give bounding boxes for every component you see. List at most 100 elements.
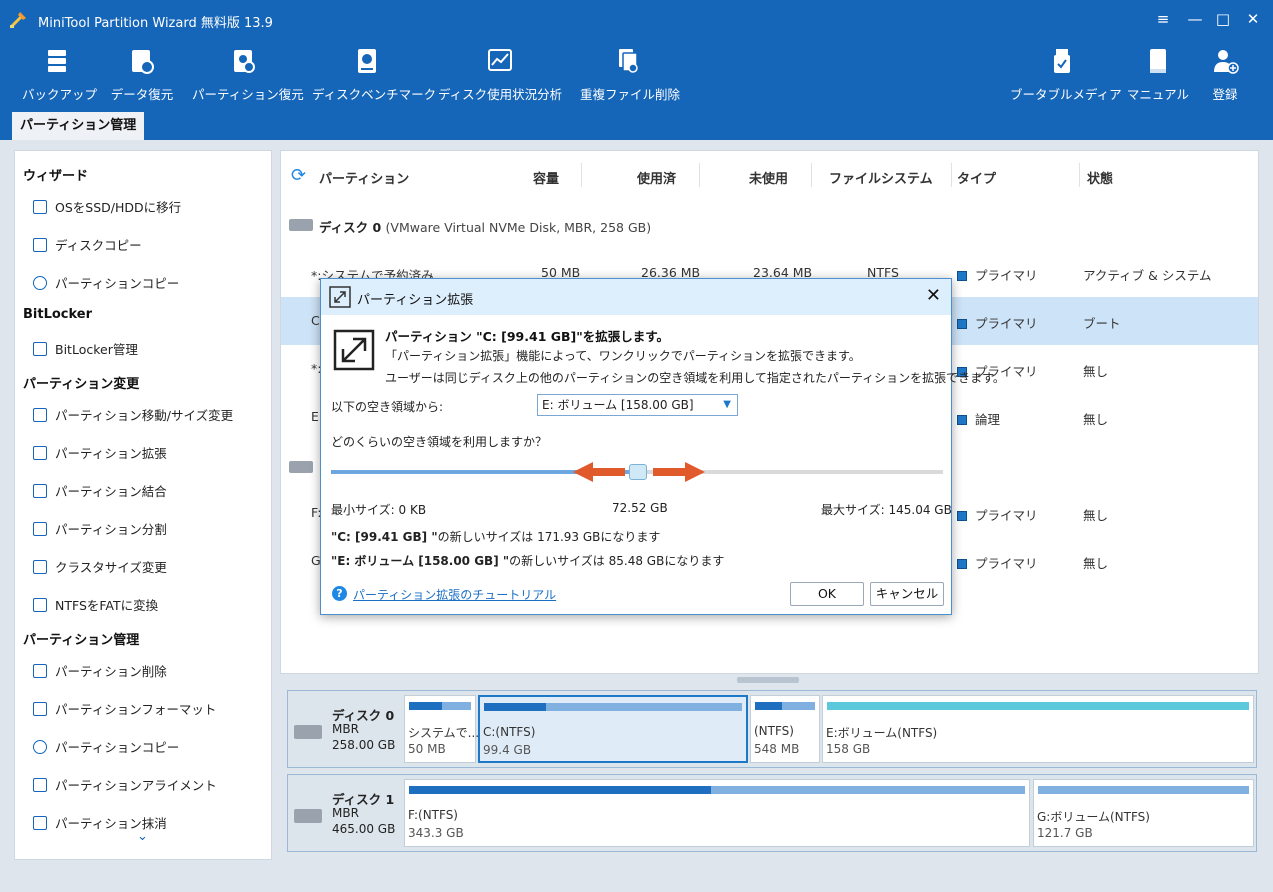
- register-label: 登録: [1212, 87, 1238, 102]
- duplicate-file-button[interactable]: 重複ファイル削除: [580, 42, 680, 106]
- map-partition-selected[interactable]: C:(NTFS) 99.4 GB: [478, 695, 748, 763]
- dialog-heading: パーティション "C: [99.41 GB]"を拡張します。: [385, 329, 670, 344]
- header-filesystem[interactable]: ファイルシステム: [829, 168, 933, 187]
- extend-size-slider[interactable]: [331, 462, 943, 482]
- usage-bar: [484, 703, 742, 711]
- header-capacity[interactable]: 容量: [533, 168, 559, 187]
- e-partition-name: "E: ボリューム [158.00 GB] ": [331, 554, 510, 568]
- sidebar-item-label: パーティション拡張: [55, 446, 167, 461]
- sidebar-item-move-resize[interactable]: パーティション移動/サイズ変更: [33, 405, 268, 427]
- c-new-size-line: "C: [99.41 GB] "の新しいサイズは 171.93 GBになります: [331, 528, 660, 545]
- sidebar-item-cluster-size[interactable]: クラスタサイズ変更: [33, 557, 268, 579]
- header-separator: [951, 163, 952, 187]
- c-new-size-value: 171.93 GB: [537, 530, 601, 544]
- tutorial-link[interactable]: パーティション拡張のチュートリアル: [353, 586, 556, 603]
- data-recovery-button[interactable]: データ復元: [106, 42, 178, 106]
- extend-partition-icon: [333, 329, 375, 371]
- wipe-icon: [33, 816, 47, 830]
- type-marker: [957, 271, 967, 281]
- header-separator: [699, 163, 700, 187]
- merge-icon: [33, 484, 47, 498]
- sidebar-item-label: パーティション結合: [55, 484, 167, 499]
- row-type: プライマリ: [957, 313, 1038, 332]
- format-icon: [33, 702, 47, 716]
- space-analyzer-button[interactable]: ディスク使用状況分析: [438, 42, 562, 106]
- usage-bar: [827, 702, 1249, 710]
- manual-button[interactable]: マニュアル: [1126, 42, 1190, 106]
- free-space-source-select[interactable]: E: ボリューム [158.00 GB] ▼: [537, 394, 738, 416]
- header-used[interactable]: 使用済: [637, 168, 676, 187]
- header-partition[interactable]: パーティション: [319, 168, 409, 187]
- how-much-label: どのくらいの空き領域を利用しますか？: [331, 435, 548, 449]
- header-type[interactable]: タイプ: [957, 168, 996, 187]
- sidebar-item-label: ディスクコピー: [55, 238, 142, 253]
- sidebar-item-split[interactable]: パーティション分割: [33, 519, 268, 541]
- sidebar-item-label: BitLocker管理: [55, 342, 138, 357]
- space-analyzer-icon: [488, 49, 512, 71]
- hard-disk-icon: [294, 809, 322, 823]
- space-analyzer-label: ディスク使用状況分析: [438, 87, 563, 102]
- title-bar: MiniTool Partition Wizard 無料版 13.9 ≡ — □…: [0, 0, 1273, 38]
- disk-0-row[interactable]: ディスク 0 (VMware Virtual NVMe Disk, MBR, 2…: [281, 207, 1258, 243]
- sidebar-item-label: パーティションコピー: [55, 276, 180, 291]
- disk-map-1-info[interactable]: ディスク 1 MBR 465.00 GB: [288, 775, 403, 851]
- header-unused[interactable]: 未使用: [749, 168, 788, 187]
- sidebar-heading-wizard: ウィザード: [23, 169, 89, 184]
- refresh-icon[interactable]: ⟳: [291, 165, 306, 186]
- sidebar-item-wipe[interactable]: パーティション抹消: [33, 813, 268, 835]
- data-recovery-label: データ復元: [110, 87, 174, 102]
- tab-partition-management[interactable]: パーティション管理: [12, 112, 145, 140]
- sidebar-item-migrate-os[interactable]: OSをSSD/HDDに移行: [33, 197, 268, 219]
- usage-fill: [484, 703, 546, 711]
- sidebar-item-label: クラスタサイズ変更: [55, 560, 167, 575]
- close-icon[interactable]: ✕: [1238, 6, 1268, 32]
- cancel-button[interactable]: キャンセル: [870, 582, 944, 606]
- row-type-label: プライマリ: [975, 316, 1038, 331]
- sidebar-item-merge[interactable]: パーティション結合: [33, 481, 268, 503]
- bootable-media-button[interactable]: ブータブルメディア: [1010, 42, 1122, 106]
- disk-0-name: ディスク 0: [319, 220, 382, 235]
- duplicate-file-icon: [619, 49, 638, 73]
- splitter-handle[interactable]: [737, 677, 799, 683]
- row-status: 無し: [1083, 364, 1109, 379]
- map-partition[interactable]: E:ボリューム(NTFS) 158 GB: [822, 695, 1254, 763]
- type-marker: [957, 415, 967, 425]
- map-partition[interactable]: F:(NTFS) 343.3 GB: [404, 779, 1030, 847]
- map-partition-label: F:(NTFS): [408, 808, 458, 822]
- maximize-icon[interactable]: □: [1208, 6, 1238, 32]
- sidebar-item-disk-copy[interactable]: ディスクコピー: [33, 235, 268, 257]
- minimize-icon[interactable]: —: [1180, 6, 1210, 32]
- row-type-label: プライマリ: [975, 268, 1038, 283]
- data-recovery-icon: [132, 50, 154, 74]
- align-icon: [33, 778, 47, 792]
- backup-button[interactable]: バックアップ: [22, 42, 97, 106]
- ok-button[interactable]: OK: [790, 582, 864, 606]
- partition-recovery-button[interactable]: パーティション復元: [192, 42, 304, 106]
- sidebar-item-extend[interactable]: パーティション拡張: [33, 443, 268, 465]
- hard-disk-icon: [289, 461, 313, 473]
- map-partition-label: システムで...: [408, 726, 480, 740]
- sidebar-item-bitlocker-manage[interactable]: BitLocker管理: [33, 339, 268, 361]
- disk-benchmark-button[interactable]: ディスクベンチマーク: [312, 42, 436, 106]
- sidebar-item-label: パーティション抹消: [55, 816, 167, 831]
- map-partition[interactable]: G:ボリューム(NTFS) 121.7 GB: [1033, 779, 1254, 847]
- sidebar-item-format[interactable]: パーティションフォーマット: [33, 699, 268, 721]
- sidebar-item-label: パーティションアライメント: [55, 778, 217, 793]
- chevron-down-icon[interactable]: ⌄: [137, 829, 148, 844]
- help-icon[interactable]: ?: [332, 586, 347, 601]
- header-status[interactable]: 状態: [1087, 168, 1113, 187]
- disk-map-0-info[interactable]: ディスク 0 MBR 258.00 GB: [288, 691, 403, 767]
- menu-icon[interactable]: ≡: [1148, 6, 1178, 32]
- register-button[interactable]: 登録: [1200, 42, 1250, 106]
- slider-thumb[interactable]: [629, 464, 647, 480]
- table-header: ⟳ パーティション 容量 使用済 未使用 ファイルシステム タイプ 状態: [281, 151, 1258, 199]
- dialog-title-bar: パーティション拡張 ✕: [321, 279, 951, 315]
- map-partition[interactable]: システムで... 50 MB: [404, 695, 480, 763]
- sidebar-item-align[interactable]: パーティションアライメント: [33, 775, 268, 797]
- sidebar-item-delete[interactable]: パーティション削除: [33, 661, 268, 683]
- sidebar-item-partition-copy[interactable]: パーティションコピー: [33, 273, 268, 295]
- sidebar-item-copy[interactable]: パーティションコピー: [33, 737, 268, 759]
- map-partition[interactable]: (NTFS) 548 MB: [750, 695, 820, 763]
- sidebar-item-ntfs-to-fat[interactable]: NTFSをFATに変換: [33, 595, 268, 617]
- close-icon[interactable]: ✕: [926, 285, 941, 306]
